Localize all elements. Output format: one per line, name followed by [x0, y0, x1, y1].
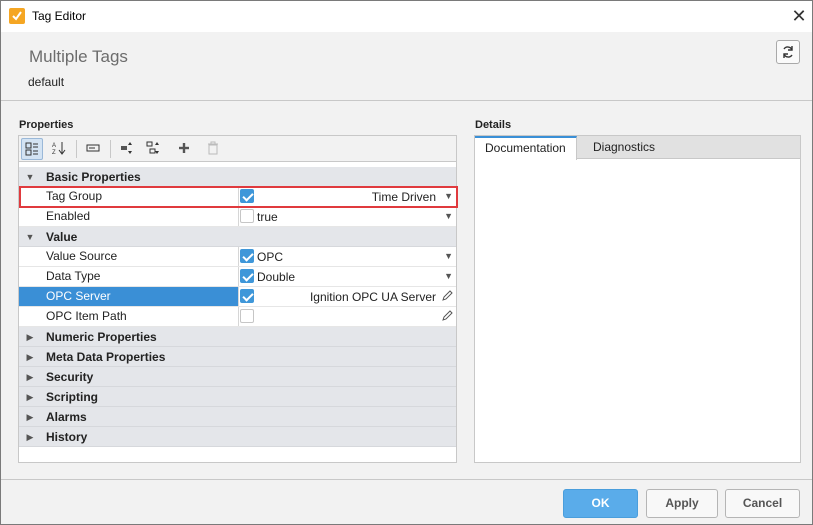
details-label: Details	[475, 119, 512, 131]
refresh-button[interactable]	[776, 40, 800, 64]
refresh-icon	[783, 46, 793, 58]
override-checkbox[interactable]	[240, 269, 254, 283]
property-row-tag-group[interactable]: Tag Group Time Driven ▼	[19, 187, 456, 207]
ok-button[interactable]: OK	[563, 489, 638, 518]
property-value-cell[interactable]: Double ▼	[239, 267, 456, 286]
property-value-cell[interactable]: Ignition OPC UA Server	[239, 287, 456, 306]
field-icon	[86, 144, 100, 152]
sort-alphabetical-button[interactable]: A Z	[49, 138, 71, 160]
svg-text:Z: Z	[52, 150, 56, 155]
details-tabs: Documentation Diagnostics	[475, 136, 800, 160]
pencil-icon[interactable]	[441, 290, 453, 302]
title-bar: Tag Editor ✕	[1, 1, 812, 32]
section-history[interactable]: ▶ History	[19, 427, 456, 447]
override-checkbox[interactable]	[240, 209, 254, 223]
properties-toolbar: A Z	[18, 135, 457, 161]
dropdown-arrow-icon[interactable]: ▼	[444, 251, 453, 261]
tag-editor-window: Tag Editor ✕ Multiple Tags default Prope…	[0, 0, 813, 525]
dropdown-arrow-icon[interactable]: ▼	[444, 271, 453, 281]
section-alarms[interactable]: ▶ Alarms	[19, 407, 456, 427]
section-label: Scripting	[46, 390, 99, 404]
tag-provider-label: default	[28, 75, 65, 89]
property-value: Time Driven	[371, 190, 436, 204]
property-row-enabled[interactable]: Enabled true ▼	[19, 207, 456, 227]
properties-label: Properties	[19, 119, 74, 131]
property-name: Data Type	[19, 267, 239, 286]
svg-text:A: A	[52, 143, 56, 149]
categorized-icon	[25, 142, 38, 156]
dialog-footer: OK Apply Cancel	[1, 479, 812, 524]
editor-header: Multiple Tags default	[1, 32, 812, 101]
section-security[interactable]: ▶ Security	[19, 367, 456, 387]
override-checkbox[interactable]	[240, 289, 254, 303]
property-name: OPC Item Path	[19, 307, 239, 326]
section-numeric-properties[interactable]: ▶ Numeric Properties	[19, 327, 456, 347]
property-value: Double	[257, 270, 296, 284]
property-name: Tag Group	[19, 187, 239, 206]
categorized-view-button[interactable]	[21, 138, 43, 160]
section-meta-data-properties[interactable]: ▶ Meta Data Properties	[19, 347, 456, 367]
section-label: Numeric Properties	[46, 330, 157, 344]
section-label: Basic Properties	[46, 170, 141, 184]
add-button[interactable]	[174, 138, 196, 160]
section-scripting[interactable]: ▶ Scripting	[19, 387, 456, 407]
expand-caret-icon[interactable]: ▶	[25, 411, 35, 423]
section-value[interactable]: ▼ Value	[19, 227, 456, 247]
property-value-cell[interactable]: true ▼	[239, 207, 456, 226]
pencil-icon[interactable]	[441, 310, 453, 322]
expand-caret-icon[interactable]: ▶	[25, 431, 35, 443]
tree-move-icon	[146, 141, 159, 154]
details-panel: Documentation Diagnostics	[474, 135, 801, 463]
section-label: Security	[46, 370, 94, 384]
expand-caret-icon[interactable]: ▶	[25, 391, 35, 403]
property-row-opc-server[interactable]: OPC Server Ignition OPC UA Server	[19, 287, 456, 307]
section-label: Value	[46, 230, 78, 244]
property-name: OPC Server	[19, 287, 239, 306]
property-value: Ignition OPC UA Server	[309, 290, 436, 304]
property-value: true	[257, 210, 278, 224]
tab-documentation[interactable]: Documentation	[475, 136, 577, 160]
section-label: Alarms	[46, 410, 87, 424]
property-value-cell[interactable]	[239, 307, 456, 326]
section-label: History	[46, 430, 88, 444]
app-icon	[9, 8, 25, 24]
expand-caret-icon[interactable]: ▶	[25, 351, 35, 363]
section-label: Meta Data Properties	[46, 350, 166, 364]
tab-diagnostics[interactable]: Diagnostics	[583, 136, 665, 159]
delete-button[interactable]	[203, 138, 225, 160]
tree-move-button[interactable]	[143, 138, 165, 160]
window-title: Tag Editor	[32, 9, 87, 23]
cancel-button[interactable]: Cancel	[725, 489, 800, 518]
expand-caret-icon[interactable]: ▶	[25, 371, 35, 383]
property-value-cell[interactable]: OPC ▼	[239, 247, 456, 266]
show-expert-button[interactable]	[83, 138, 105, 160]
property-row-opc-item-path[interactable]: OPC Item Path	[19, 307, 456, 327]
apply-button[interactable]: Apply	[646, 489, 718, 518]
close-icon[interactable]: ✕	[788, 6, 810, 26]
sort-az-icon: A Z	[52, 142, 66, 155]
dropdown-arrow-icon[interactable]: ▼	[444, 191, 453, 201]
override-checkbox[interactable]	[240, 309, 254, 323]
expand-caret-icon[interactable]: ▶	[25, 331, 35, 343]
property-name: Value Source	[19, 247, 239, 266]
property-row-data-type[interactable]: Data Type Double ▼	[19, 267, 456, 287]
page-title: Multiple Tags	[29, 47, 128, 66]
section-basic-properties[interactable]: ▼ Basic Properties	[19, 167, 456, 187]
property-grid: ▼ Basic Properties Tag Group Time Driven…	[18, 161, 457, 463]
override-checkbox[interactable]	[240, 249, 254, 263]
property-value-cell[interactable]: Time Driven ▼	[239, 187, 456, 206]
trash-icon	[208, 141, 218, 155]
collapse-caret-icon[interactable]: ▼	[25, 171, 35, 183]
override-checkbox[interactable]	[240, 189, 254, 203]
property-name: Enabled	[19, 207, 239, 226]
move-up-button[interactable]	[117, 138, 139, 160]
property-value: OPC	[257, 250, 284, 264]
move-up-down-icon	[121, 142, 132, 154]
plus-icon	[179, 143, 189, 153]
collapse-caret-icon[interactable]: ▼	[25, 231, 35, 243]
property-row-value-source[interactable]: Value Source OPC ▼	[19, 247, 456, 267]
dropdown-arrow-icon[interactable]: ▼	[444, 211, 453, 221]
